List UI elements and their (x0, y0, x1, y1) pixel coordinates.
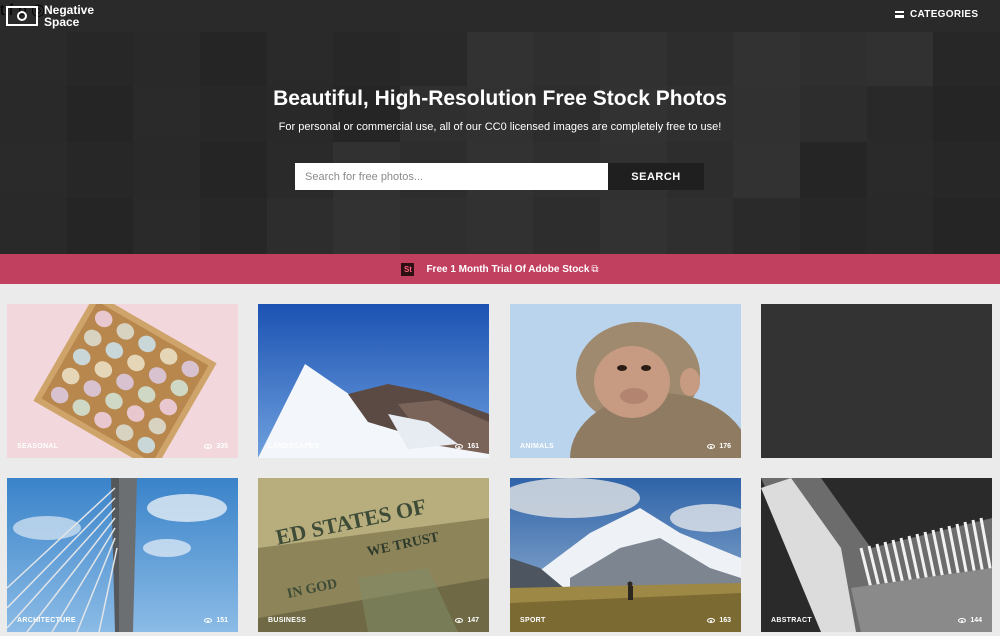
photo-card-placeholder[interactable] (761, 304, 992, 458)
photo-metal-fins-abstract (761, 478, 992, 632)
view-count: 151 (216, 617, 228, 624)
eye-icon (707, 618, 716, 623)
hamburger-icon (895, 11, 904, 18)
view-count: 161 (467, 443, 479, 450)
photo-views: 161 (455, 443, 479, 450)
external-link-icon: ⧉ (591, 263, 599, 275)
hero-banner: Negative Space t f p ◎ CATEGORIES Beauti… (0, 0, 1000, 254)
photo-category: ANIMALS (520, 443, 554, 450)
photo-dollar-bill-closeup: ED STATES OF WE TRUST IN GOD (258, 478, 489, 632)
eye-icon (204, 618, 213, 623)
logo-line-2: Space (44, 15, 80, 29)
logo-text: Negative Space (44, 4, 94, 28)
adobe-stock-logo-icon: St (401, 262, 415, 276)
photo-card[interactable]: ABSTRACT 144 (761, 478, 992, 632)
photo-card[interactable]: SEASONAL 335 (7, 304, 238, 458)
photo-category: ABSTRACT (771, 617, 812, 624)
view-count: 144 (970, 617, 982, 624)
photo-card[interactable]: SPORT 163 (510, 478, 741, 632)
eye-icon (958, 618, 967, 623)
photo-category: LANDSCAPES (268, 443, 320, 450)
photo-snowy-mountain-ridge (258, 304, 489, 458)
photo-views: 335 (204, 443, 228, 450)
promo-text: Free 1 Month Trial Of Adobe Stock (426, 263, 590, 275)
photo-category: ARCHITECTURE (17, 617, 76, 624)
photo-views: 176 (707, 443, 731, 450)
site-logo[interactable]: Negative Space (6, 4, 94, 28)
photo-views: 147 (455, 617, 479, 624)
view-count: 147 (467, 617, 479, 624)
photo-bridge-tower (7, 478, 238, 632)
photo-card[interactable]: ED STATES OF WE TRUST IN GOD BUSINESS 14… (258, 478, 489, 632)
adobe-stock-promo-bar[interactable]: St Free 1 Month Trial Of Adobe Stock ⧉ (0, 254, 1000, 284)
twitter-icon[interactable]: t (0, 2, 4, 19)
search-button[interactable]: SEARCH (608, 163, 704, 190)
top-navigation-bar: Negative Space t f p ◎ CATEGORIES (0, 0, 1000, 32)
photo-macaque-monkey (510, 304, 741, 458)
eye-icon (455, 618, 464, 623)
view-count: 176 (719, 443, 731, 450)
photo-card[interactable]: LANDSCAPES 161 (258, 304, 489, 458)
photo-card[interactable]: ARCHITECTURE 151 (7, 478, 238, 632)
search-bar: SEARCH (295, 163, 704, 190)
photo-mountain-hiker (510, 478, 741, 632)
eye-icon (204, 444, 213, 449)
eye-icon (707, 444, 716, 449)
social-links: t f p ◎ (0, 0, 1000, 20)
categories-menu-button[interactable]: CATEGORIES (895, 9, 978, 20)
photo-views: 163 (707, 617, 731, 624)
camera-logo-icon (6, 6, 38, 26)
hero-subtitle: For personal or commercial use, all of o… (278, 121, 722, 133)
search-input[interactable] (295, 163, 608, 190)
view-count: 163 (719, 617, 731, 624)
hero-title: Beautiful, High-Resolution Free Stock Ph… (273, 87, 727, 110)
photo-views: 151 (204, 617, 228, 624)
eye-icon (455, 444, 464, 449)
photo-category: SEASONAL (17, 443, 59, 450)
view-count: 335 (216, 443, 228, 450)
photo-views: 144 (958, 617, 982, 624)
photo-category: BUSINESS (268, 617, 307, 624)
categories-label: CATEGORIES (910, 9, 979, 20)
photo-card[interactable]: ANIMALS 176 (510, 304, 741, 458)
photo-easter-eggs-box (7, 304, 238, 458)
photo-category: SPORT (520, 617, 546, 624)
